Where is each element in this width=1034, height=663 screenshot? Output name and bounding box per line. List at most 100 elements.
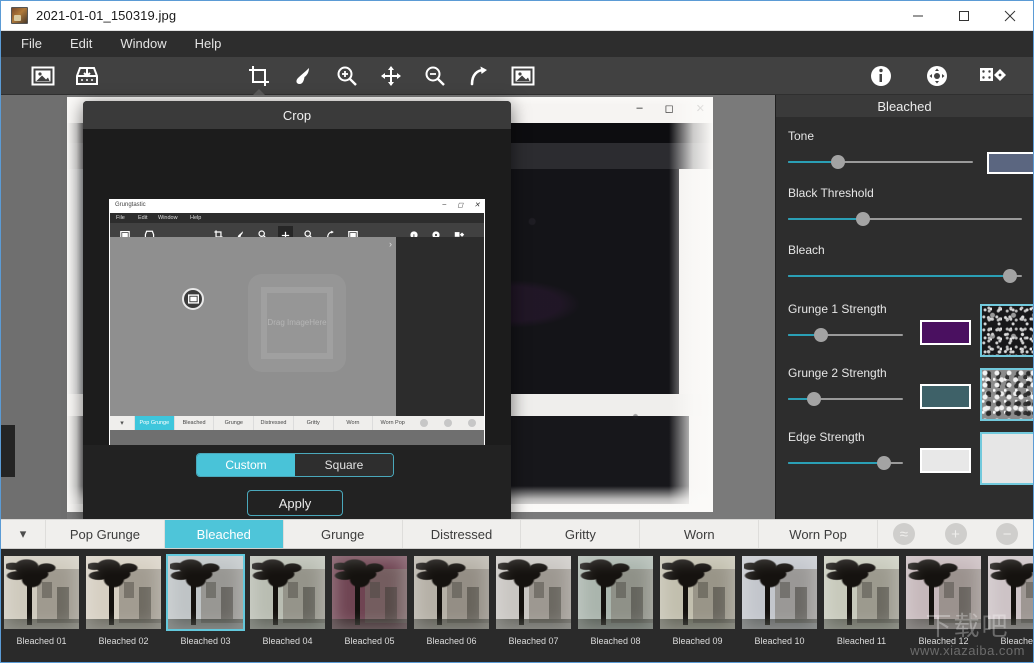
tab-grunge[interactable]: Grunge [283, 520, 402, 548]
crop-preview-tabbar: ▾ Pop Grunge Bleached Grunge Distressed … [110, 416, 484, 430]
preset-tabbar: ▾ Pop Grunge Bleached Grunge Distressed … [1, 519, 1033, 549]
settings-icon[interactable] [915, 57, 959, 95]
chevron-down-icon[interactable]: ▾ [1, 520, 45, 548]
randomize-preset-icon[interactable]: ≈ [893, 523, 915, 545]
preset-actions: ≈ + − [877, 520, 1033, 548]
tab-worn[interactable]: Worn [639, 520, 758, 548]
grunge-2-color-swatch[interactable] [920, 384, 971, 409]
thumbnail-item[interactable]: Bleached 07 [493, 554, 574, 646]
bleach-slider-knob[interactable] [1003, 269, 1017, 283]
menu-item-help[interactable]: Help [181, 32, 236, 56]
menu-item-file[interactable]: File [7, 32, 56, 56]
save-image-icon[interactable] [65, 57, 109, 95]
thumbnail-item[interactable]: Bleached 02 [83, 554, 164, 646]
tab-bleached[interactable]: Bleached [164, 520, 283, 548]
crop-preview-window-controls: –◻✕ [442, 201, 480, 209]
crop-handle-top-left[interactable] [182, 288, 204, 310]
grunge-2-slider-knob[interactable] [807, 392, 821, 406]
thumbnail-label: Bleached 09 [657, 636, 738, 646]
thumbnail-item[interactable]: Bleached 05 [329, 554, 410, 646]
crop-preview-toolbar [110, 223, 484, 237]
thumbnail-label: Bleached 05 [329, 636, 410, 646]
info-icon[interactable] [859, 57, 903, 95]
crop-preview-image[interactable]: Grungtastic –◻✕ File Edit Window Help [109, 199, 485, 447]
thumbnail-label: Bleached 11 [821, 636, 902, 646]
tab-gritty[interactable]: Gritty [520, 520, 639, 548]
remove-preset-icon[interactable]: − [996, 523, 1018, 545]
grunge-1-texture-thumb[interactable] [980, 304, 1034, 357]
menu-item-window[interactable]: Window [106, 32, 180, 56]
control-tone: Tone [788, 129, 1021, 178]
thumbnail-label: Bleached 03 [165, 636, 246, 646]
control-black-threshold-label: Black Threshold [788, 186, 1021, 200]
move-icon[interactable] [369, 57, 413, 95]
grunge-1-slider-knob[interactable] [814, 328, 828, 342]
tone-color-swatch[interactable] [987, 152, 1034, 174]
window-controls [895, 1, 1033, 31]
thumbnail-item[interactable]: Bleached 01 [1, 554, 82, 646]
black-threshold-slider-knob[interactable] [856, 212, 870, 226]
minimize-icon[interactable] [895, 1, 941, 31]
randomize-icon[interactable] [971, 57, 1015, 95]
control-grunge-1: Grunge 1 Strength [788, 302, 1021, 358]
window-title: 2021-01-01_150319.jpg [36, 8, 176, 23]
crop-mode-square[interactable]: Square [295, 454, 393, 476]
tab-pop-grunge[interactable]: Pop Grunge [45, 520, 164, 548]
crop-mode-custom[interactable]: Custom [197, 454, 295, 476]
crop-dialog-controls: Custom Square Apply [83, 445, 511, 525]
effect-panel: Bleached Tone Black Threshold Bleach [775, 95, 1033, 519]
control-bleach-label: Bleach [788, 243, 1021, 257]
grunge-1-color-swatch[interactable] [920, 320, 971, 345]
effect-panel-title: Bleached [776, 95, 1033, 117]
tab-distressed[interactable]: Distressed [402, 520, 521, 548]
thumbnail-label: Bleached 12 [903, 636, 984, 646]
crop-preview-canvas: › Drag Image Here [110, 237, 484, 416]
canvas-left-gutter [1, 95, 67, 519]
apply-button[interactable]: Apply [247, 490, 343, 516]
grunge-2-texture-thumb[interactable] [980, 368, 1034, 421]
thumbnail-item[interactable]: Bleached 03 [165, 554, 246, 646]
crop-mode-selector: Custom Square [196, 453, 394, 477]
crop-preview-tab-gritty: Gritty [293, 416, 333, 430]
tab-worn-pop[interactable]: Worn Pop [758, 520, 877, 548]
thumbnail-label: Bleached 13 [985, 636, 1033, 646]
edge-strength-slider-knob[interactable] [877, 456, 891, 470]
control-tone-label: Tone [788, 129, 1021, 143]
control-bleach: Bleach [788, 243, 1021, 292]
thumbnail-item[interactable]: Bleached 08 [575, 554, 656, 646]
edge-strength-slider-fill [788, 462, 884, 464]
drop-zone: Drag Image Here [248, 274, 346, 372]
maximize-icon[interactable] [941, 1, 987, 31]
thumbnail-item[interactable]: Bleached 12 [903, 554, 984, 646]
zoom-in-icon[interactable] [325, 57, 369, 95]
crop-dialog-body[interactable]: Grungtastic –◻✕ File Edit Window Help [83, 129, 511, 445]
crop-preview-chevron-down-icon: ▾ [110, 419, 134, 427]
grunge-edge-right [669, 97, 713, 512]
thumbnail-item[interactable]: Bleached 04 [247, 554, 328, 646]
thumbnail-item[interactable]: Bleached 09 [657, 554, 738, 646]
crop-icon[interactable] [237, 57, 281, 95]
redo-icon[interactable] [457, 57, 501, 95]
thumbnail-item[interactable]: Bleached 10 [739, 554, 820, 646]
thumbnail-label: Bleached 04 [247, 636, 328, 646]
thumbnail-item[interactable]: Bleached 11 [821, 554, 902, 646]
menu-item-edit[interactable]: Edit [56, 32, 106, 56]
close-icon[interactable] [987, 1, 1033, 31]
drop-zone-label: Drag Image Here [261, 287, 333, 359]
brush-icon[interactable] [281, 57, 325, 95]
add-preset-icon[interactable]: + [945, 523, 967, 545]
edge-texture-thumb[interactable] [980, 432, 1034, 485]
edge-color-swatch[interactable] [920, 448, 971, 473]
thumbnail-item[interactable]: Bleached 06 [411, 554, 492, 646]
fit-image-icon[interactable] [501, 57, 545, 95]
control-black-threshold: Black Threshold [788, 186, 1021, 235]
crop-preview-tab-pop-grunge: Pop Grunge [134, 416, 174, 430]
thumbnail-item[interactable]: Bleached 13 [985, 554, 1033, 646]
effect-panel-body: Tone Black Threshold Bleach Grunge 1 Str… [776, 117, 1033, 486]
thumbnail-label: Bleached 01 [1, 636, 82, 646]
tone-slider-knob[interactable] [831, 155, 845, 169]
zoom-out-icon[interactable] [413, 57, 457, 95]
open-image-icon[interactable] [21, 57, 65, 95]
crop-preview-menu-help: Help [190, 215, 201, 221]
preset-thumbnail-strip[interactable]: Bleached 01 Bleached 02 Bleached 03 Blea… [1, 549, 1033, 662]
